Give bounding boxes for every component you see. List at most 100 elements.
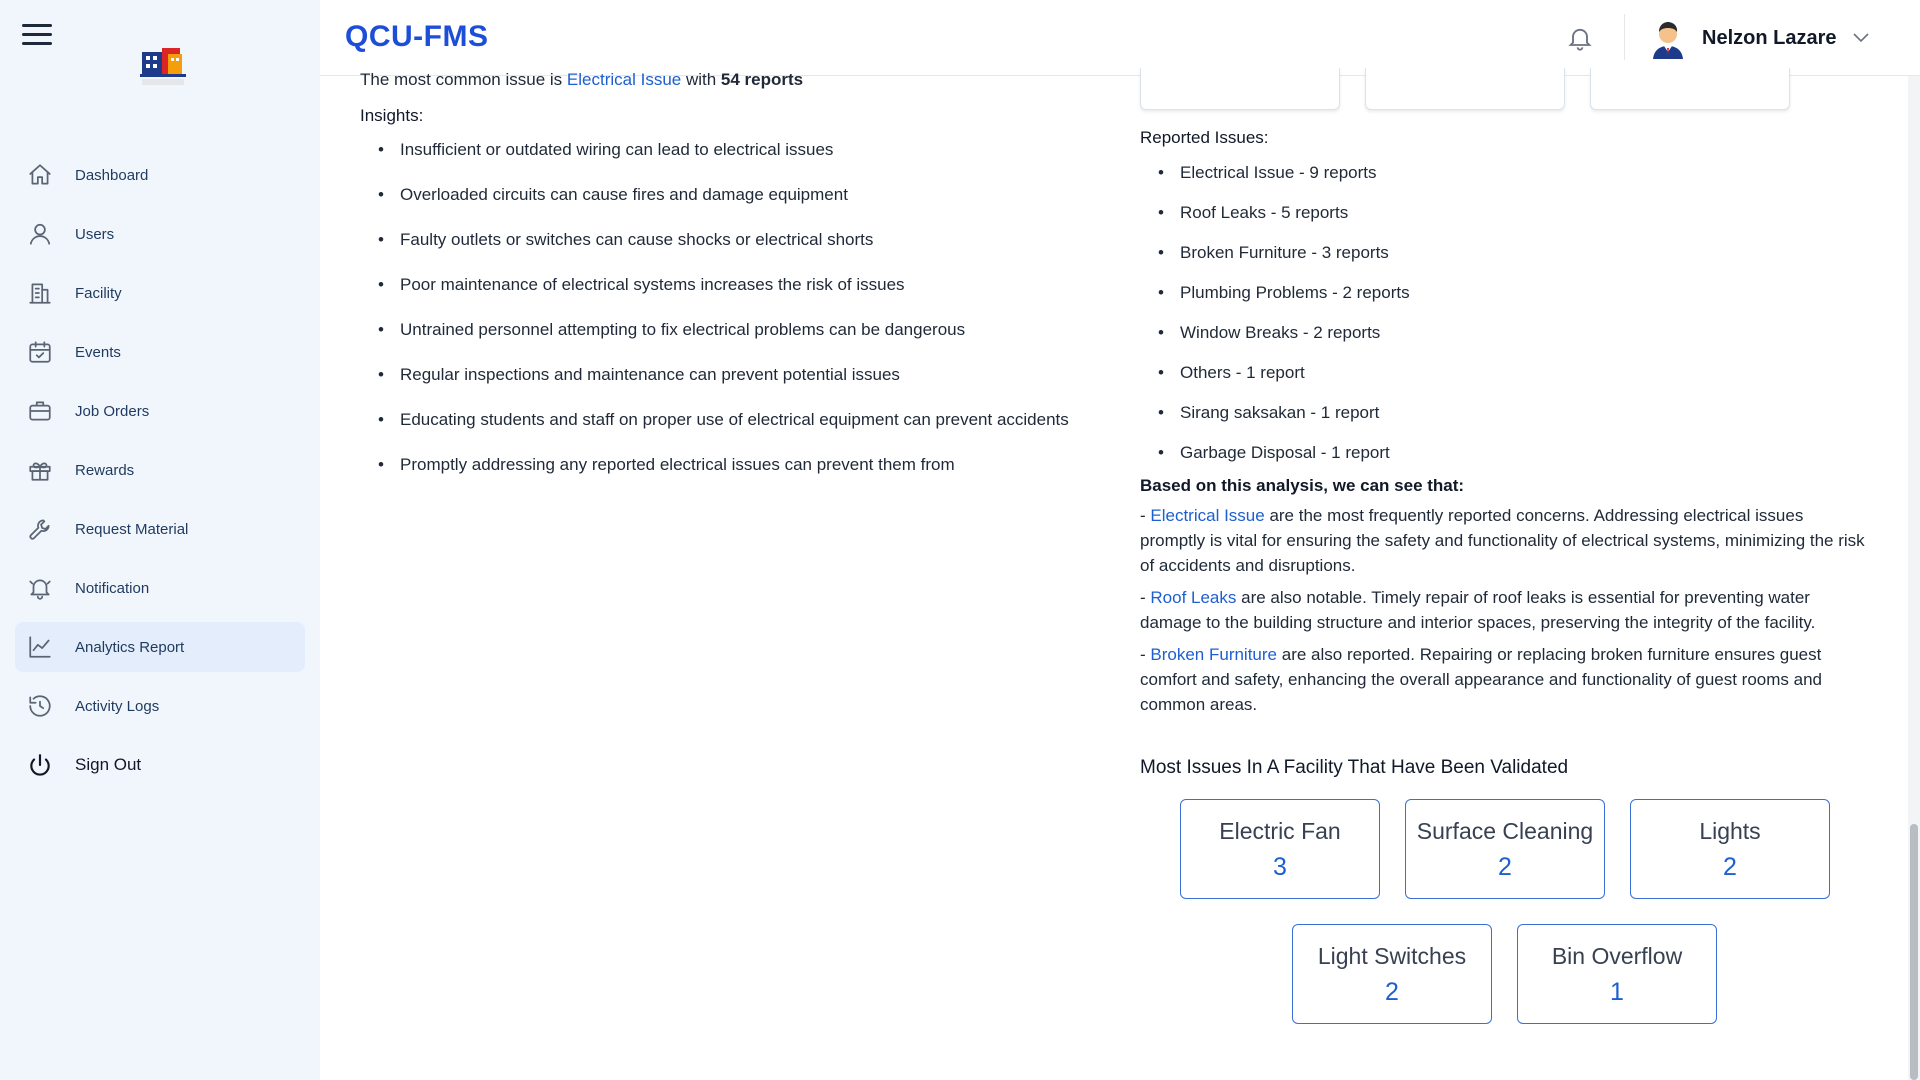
brand-title[interactable]: QCU-FMS: [345, 20, 488, 54]
validated-issue-card[interactable]: Bin Overflow 1: [1517, 924, 1717, 1024]
validated-issue-name: Light Switches: [1317, 943, 1467, 969]
insight-item: Promptly addressing any reported electri…: [378, 454, 1100, 476]
home-icon: [27, 162, 53, 188]
insights-list: Insufficient or outdated wiring can lead…: [360, 139, 1100, 476]
validated-issue-count: 3: [1273, 853, 1287, 881]
sidebar-item-analytics-report[interactable]: Analytics Report: [15, 622, 305, 672]
common-issue-link[interactable]: Electrical Issue: [567, 70, 681, 89]
user-icon: [27, 221, 53, 247]
notification-bell-icon[interactable]: [1566, 24, 1594, 52]
avatar[interactable]: [1647, 17, 1689, 59]
validated-issue-card[interactable]: Electric Fan 3: [1180, 799, 1380, 899]
validated-issue-card[interactable]: Light Switches 2: [1292, 924, 1492, 1024]
common-issue-count: 54 reports: [720, 70, 804, 89]
insight-item: Overloaded circuits can cause fires and …: [378, 184, 1100, 206]
sidebar-item-label: Users: [75, 225, 115, 243]
insight-item: Educating students and staff on proper u…: [378, 409, 1100, 431]
validated-issue-card[interactable]: Lights 2: [1630, 799, 1830, 899]
sidebar-item-notification[interactable]: Notification: [15, 563, 305, 613]
sidebar-item-label: Dashboard: [75, 166, 149, 184]
sidebar-item-label: Notification: [75, 579, 150, 597]
sidebar-item-job-orders[interactable]: Job Orders: [15, 386, 305, 436]
common-issue-summary: The most common issue is Electrical Issu…: [360, 70, 1100, 92]
calendar-icon: [27, 339, 53, 365]
sidebar-nav: Dashboard Users Facility Events Job Orde…: [15, 150, 305, 799]
reported-issue-item: Window Breaks - 2 reports: [1158, 322, 1870, 344]
chevron-down-icon[interactable]: [1852, 30, 1870, 44]
menu-icon[interactable]: [22, 24, 52, 48]
analysis-link-roof-leaks[interactable]: Roof Leaks: [1150, 588, 1236, 607]
analysis-link-broken-furniture[interactable]: Broken Furniture: [1150, 645, 1277, 664]
scrollbar-thumb[interactable]: [1910, 824, 1918, 1080]
validated-issues-cards: Electric Fan 3 Surface Cleaning 2 Lights…: [1140, 799, 1870, 1039]
sidebar-item-events[interactable]: Events: [15, 327, 305, 377]
summary-middle: with: [681, 70, 721, 89]
reported-issue-item: Broken Furniture - 3 reports: [1158, 242, 1870, 264]
chart-icon: [27, 634, 53, 660]
sidebar-item-label: Facility: [75, 284, 122, 302]
summary-prefix: The most common issue is: [360, 70, 567, 89]
analysis-dash: -: [1140, 588, 1151, 607]
analysis-paragraph: - Broken Furniture are also reported. Re…: [1140, 642, 1870, 717]
insights-title: Insights:: [360, 106, 424, 125]
sidebar-item-request-material[interactable]: Request Material: [15, 504, 305, 554]
analysis-paragraph: - Roof Leaks are also notable. Timely re…: [1140, 585, 1870, 635]
validated-issues-title: Most Issues In A Facility That Have Been…: [1140, 757, 1569, 778]
validated-issue-card[interactable]: Surface Cleaning 2: [1405, 799, 1605, 899]
sidebar-item-dashboard[interactable]: Dashboard: [15, 150, 305, 200]
validated-issue-count: 2: [1385, 978, 1399, 1006]
wrench-icon: [27, 516, 53, 542]
sidebar-item-users[interactable]: Users: [15, 209, 305, 259]
analysis-link-electrical[interactable]: Electrical Issue: [1150, 506, 1264, 525]
analysis-title: Based on this analysis, we can see that:: [1140, 476, 1465, 495]
analysis-dash: -: [1140, 645, 1151, 664]
validated-issue-count: 2: [1498, 853, 1512, 881]
reported-issue-item: Electrical Issue - 9 reports: [1158, 162, 1870, 184]
validated-issue-name: Bin Overflow: [1551, 943, 1683, 969]
insight-item: Regular inspections and maintenance can …: [378, 364, 1100, 386]
validated-issue-count: 1: [1610, 978, 1624, 1006]
gift-icon: [27, 457, 53, 483]
sidebar: Dashboard Users Facility Events Job Orde…: [0, 0, 320, 1080]
sidebar-item-activity-logs[interactable]: Activity Logs: [15, 681, 305, 731]
sidebar-item-label: Job Orders: [75, 402, 150, 420]
page-scrollbar[interactable]: [1908, 76, 1920, 1080]
insight-item: Insufficient or outdated wiring can lead…: [378, 139, 1100, 161]
bell-icon: [27, 575, 53, 601]
summary-card: [1365, 68, 1565, 110]
sidebar-item-facility[interactable]: Facility: [15, 268, 305, 318]
power-icon: [27, 752, 53, 778]
sign-out-label: Sign Out: [75, 755, 142, 774]
top-header: QCU-FMS Nelzon Lazare: [320, 0, 1920, 76]
user-name[interactable]: Nelzon Lazare: [1702, 27, 1836, 50]
analysis-dash: -: [1140, 506, 1151, 525]
insight-item: Poor maintenance of electrical systems i…: [378, 274, 1100, 296]
validated-issue-name: Lights: [1699, 818, 1761, 844]
header-divider: [1624, 14, 1625, 60]
reported-issue-item: Garbage Disposal - 1 report: [1158, 442, 1870, 464]
sidebar-item-label: Request Material: [75, 520, 189, 538]
summary-card: [1140, 68, 1340, 110]
sidebar-item-label: Activity Logs: [75, 697, 160, 715]
app-logo: [138, 46, 190, 90]
insights-section: The most common issue is Electrical Issu…: [360, 70, 1100, 499]
sign-out-button[interactable]: Sign Out: [15, 740, 305, 790]
validated-issue-name: Electric Fan: [1219, 818, 1341, 844]
reported-issues-section: Reported Issues: Electrical Issue - 9 re…: [1140, 128, 1870, 1039]
building-icon: [27, 280, 53, 306]
insight-item: Faulty outlets or switches can cause sho…: [378, 229, 1100, 251]
analysis-paragraph: - Electrical Issue are the most frequent…: [1140, 503, 1870, 578]
reported-issue-item: Others - 1 report: [1158, 362, 1870, 384]
sidebar-item-label: Events: [75, 343, 121, 361]
summary-card: [1590, 68, 1790, 110]
history-icon: [27, 693, 53, 719]
reported-issues-list: Electrical Issue - 9 reports Roof Leaks …: [1140, 162, 1870, 464]
reported-issue-item: Sirang saksakan - 1 report: [1158, 402, 1870, 424]
insight-item: Untrained personnel attempting to fix el…: [378, 319, 1100, 341]
validated-issue-count: 2: [1723, 853, 1737, 881]
reported-issue-item: Roof Leaks - 5 reports: [1158, 202, 1870, 224]
sidebar-item-rewards[interactable]: Rewards: [15, 445, 305, 495]
sidebar-item-label: Analytics Report: [75, 638, 185, 656]
reported-issue-item: Plumbing Problems - 2 reports: [1158, 282, 1870, 304]
sidebar-item-label: Rewards: [75, 461, 135, 479]
